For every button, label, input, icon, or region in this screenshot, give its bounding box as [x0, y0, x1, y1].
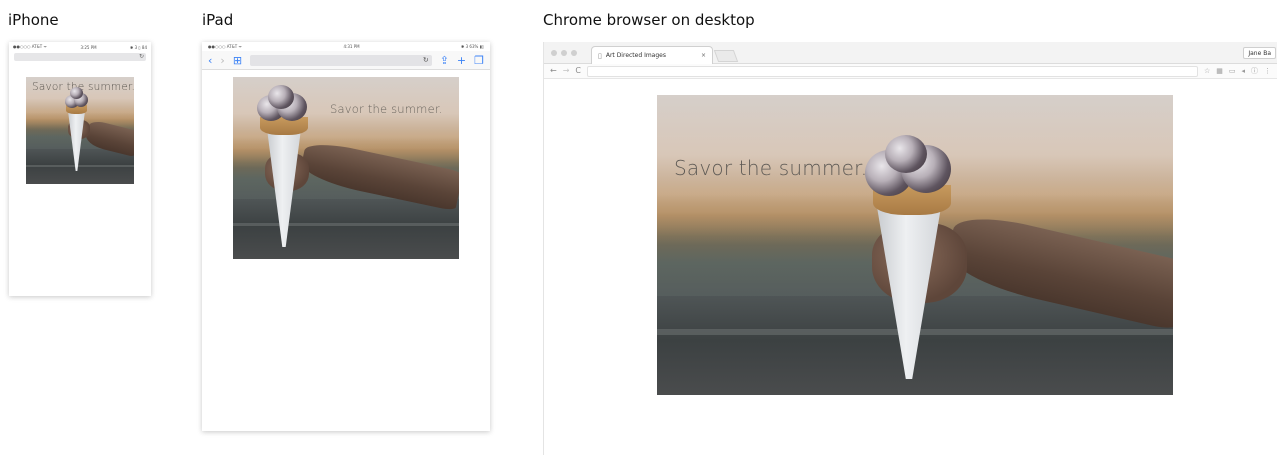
reload-icon[interactable]: ↻ — [139, 54, 144, 60]
image-headline: Savor the summer. — [674, 156, 868, 180]
new-tab-button[interactable] — [713, 50, 739, 62]
profile-button[interactable]: Jane Ba — [1243, 47, 1276, 59]
extension-icon[interactable]: ▦ — [1216, 67, 1223, 75]
iphone-mockup: ●●○○○ AT&T ᯤ 3:25 PM ✱ 3 ▯ 84 ↻ Savor th… — [9, 42, 151, 296]
ipad-art-directed-image: Savor the summer. — [233, 77, 459, 259]
close-tab-icon[interactable]: × — [701, 52, 706, 59]
window-controls[interactable] — [551, 50, 577, 56]
iphone-carrier: ●●○○○ AT&T ᯤ — [13, 44, 48, 49]
cast-icon[interactable]: ▭ — [1229, 67, 1236, 75]
audio-icon[interactable]: ◂ — [1241, 67, 1245, 75]
close-window-icon[interactable] — [551, 50, 557, 56]
minimize-window-icon[interactable] — [561, 50, 567, 56]
tabs-icon[interactable]: ❐ — [474, 55, 484, 66]
ipad-status-bar: ●●○○○ AT&T ᯤ 4:31 PM ✱ 3 63% ▮▯ — [202, 42, 490, 51]
maximize-window-icon[interactable] — [571, 50, 577, 56]
iphone-time: 3:25 PM — [80, 44, 97, 50]
new-tab-icon[interactable]: + — [457, 55, 466, 66]
star-icon[interactable]: ☆ — [1204, 67, 1210, 75]
label-ipad: iPad — [202, 11, 234, 29]
tab-title: Art Directed Images — [605, 52, 666, 59]
ipad-safari-toolbar: ‹ › ⊞ ↻ ⇪ + ❐ — [202, 51, 490, 70]
ipad-mockup: ●●○○○ AT&T ᯤ 4:31 PM ✱ 3 63% ▮▯ ‹ › ⊞ ↻ … — [202, 42, 490, 431]
forward-icon[interactable]: → — [563, 67, 570, 75]
iphone-battery: ✱ 3 ▯ 84 — [129, 44, 147, 50]
forward-icon[interactable]: › — [220, 55, 224, 66]
iphone-url-bar[interactable]: ↻ — [14, 53, 146, 61]
menu-icon[interactable]: ⋮ — [1264, 67, 1271, 75]
image-headline: Savor the summer. — [32, 81, 134, 93]
chrome-tab-strip: ▯ Art Directed Images × Jane Ba — [544, 42, 1277, 64]
iphone-status-bar: ●●○○○ AT&T ᯤ 3:25 PM ✱ 3 ▯ 84 — [9, 42, 151, 52]
share-icon[interactable]: ⇪ — [440, 55, 449, 66]
bookmarks-icon[interactable]: ⊞ — [233, 55, 242, 66]
iphone-art-directed-image: Savor the summer. — [26, 77, 134, 184]
back-icon[interactable]: ← — [550, 67, 557, 75]
back-icon[interactable]: ‹ — [208, 55, 212, 66]
image-headline: Savor the summer. — [330, 102, 443, 116]
chrome-toolbar: ← → C ☆ ▦ ▭ ◂ ⓘ ⋮ — [544, 64, 1277, 79]
browser-tab[interactable]: ▯ Art Directed Images × — [591, 46, 713, 64]
reload-icon[interactable]: ↻ — [423, 56, 429, 64]
ipad-url-field[interactable]: ↻ — [250, 54, 432, 66]
address-bar[interactable] — [587, 65, 1198, 77]
chrome-desktop-mockup: ▯ Art Directed Images × Jane Ba ← → C ☆ … — [543, 42, 1277, 455]
reload-icon[interactable]: C — [575, 67, 581, 75]
ipad-time: 4:31 PM — [343, 44, 360, 49]
desktop-art-directed-image: Savor the summer. — [657, 95, 1173, 395]
ipad-battery: ✱ 3 63% ▮▯ — [460, 44, 484, 49]
ipad-carrier: ●●○○○ AT&T ᯤ — [208, 43, 243, 49]
page-icon: ▯ — [598, 51, 602, 60]
label-iphone: iPhone — [8, 11, 59, 29]
info-icon[interactable]: ⓘ — [1251, 67, 1258, 75]
label-desktop: Chrome browser on desktop — [543, 11, 755, 29]
